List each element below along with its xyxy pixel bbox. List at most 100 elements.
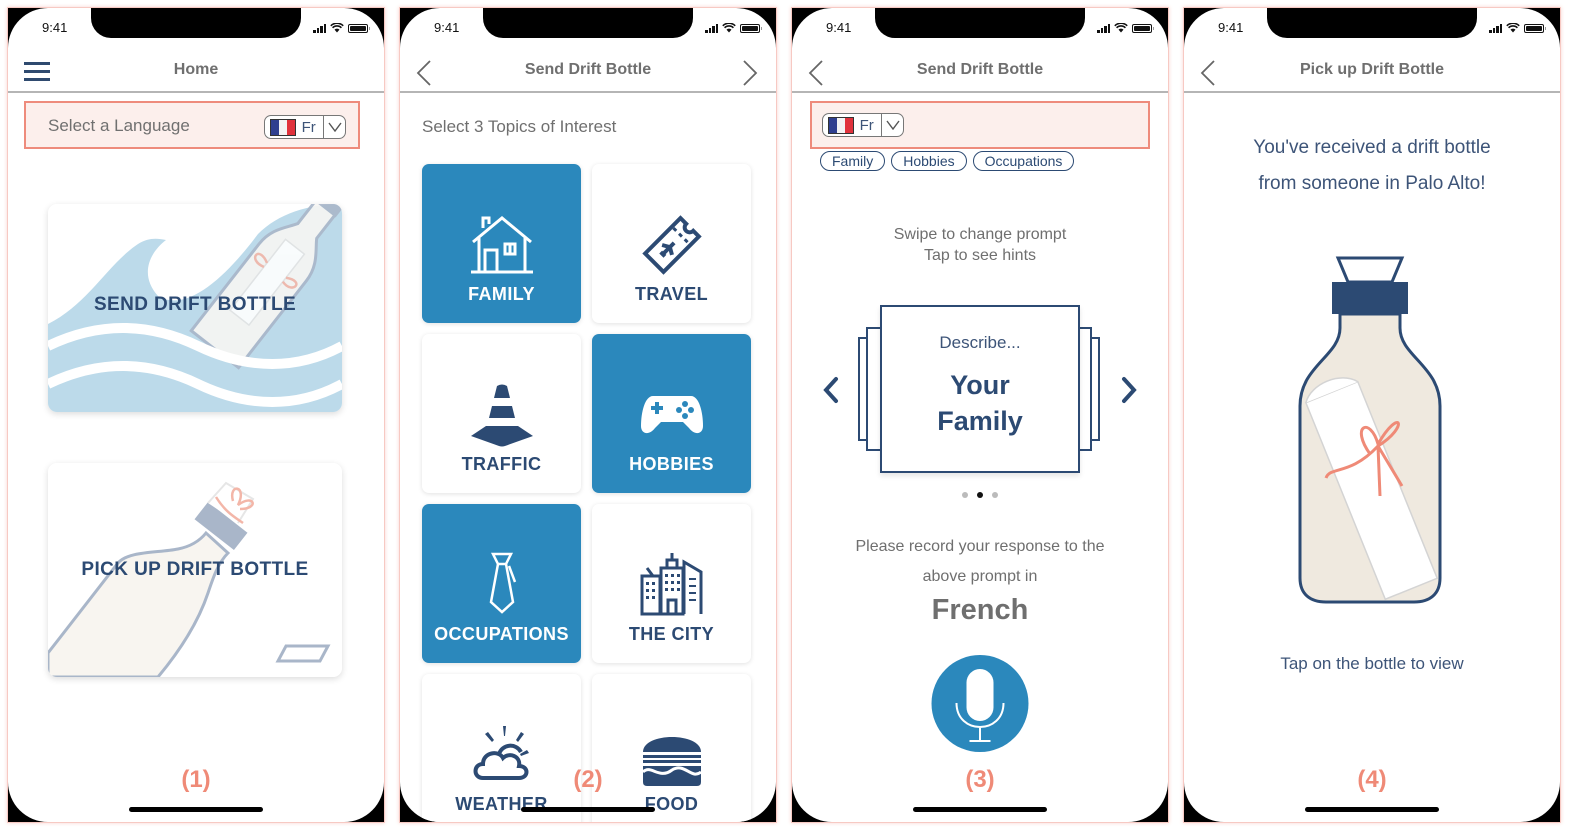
- chevron-down-icon: [323, 116, 345, 138]
- navbar: Send Drift Bottle: [792, 52, 1168, 93]
- chevron-right-icon[interactable]: [742, 60, 762, 86]
- topic-tile-travel[interactable]: TRAVEL: [592, 164, 751, 323]
- france-flag-icon: [270, 118, 296, 136]
- pagination-dot[interactable]: [962, 492, 968, 498]
- notch: [1267, 8, 1477, 38]
- notch: [91, 8, 301, 38]
- gamepad-icon: [640, 396, 703, 434]
- necktie-icon: [489, 552, 516, 614]
- screen: 9:41 Home Select a Language Fr SEND DRIF…: [8, 8, 384, 822]
- screen-number: (4): [1357, 766, 1387, 793]
- signal-icon: [705, 23, 718, 33]
- screen: 9:41 Send Drift Bottle Select 3 Topics o…: [400, 8, 776, 822]
- battery-icon: [1132, 23, 1154, 33]
- notch: [483, 8, 693, 38]
- page-title: Pick up Drift Bottle: [1299, 61, 1444, 78]
- status-icons: [705, 23, 762, 33]
- prompt-card[interactable]: Describe... Your Family: [880, 305, 1080, 473]
- pagination-dot[interactable]: [992, 492, 998, 498]
- topic-tile-family[interactable]: FAMILY: [422, 164, 581, 323]
- next-prompt-button[interactable]: [1118, 375, 1140, 405]
- notch: [875, 8, 1085, 38]
- record-line2: above prompt in: [922, 568, 1038, 585]
- topic-tile-hobbies[interactable]: HOBBIES: [592, 334, 751, 493]
- received-message: You've received a drift bottle from some…: [1184, 130, 1560, 202]
- page-title: Send Drift Bottle: [916, 61, 1044, 78]
- home-indicator[interactable]: [913, 807, 1047, 812]
- tap-instruction: Tap on the bottle to view: [1280, 654, 1464, 673]
- card-label: SEND DRIFT BOTTLE: [93, 294, 297, 315]
- prompt-card-stack: Describe... Your Family: [858, 305, 1100, 475]
- plane-ticket-icon: [641, 215, 702, 275]
- phone-screen-topics: 9:41 Send Drift Bottle Select 3 Topics o…: [400, 8, 776, 822]
- swipe-hint: Swipe to change prompt: [893, 226, 1067, 243]
- topic-tile-food[interactable]: FOOD: [592, 674, 751, 822]
- status-time: 9:41: [434, 20, 460, 35]
- topic-tile-traffic[interactable]: TRAFFIC: [422, 334, 581, 493]
- record-button[interactable]: [931, 655, 1029, 752]
- home-indicator[interactable]: [1305, 807, 1439, 812]
- screen-number: (3): [965, 766, 995, 793]
- language-dropdown[interactable]: Fr: [264, 115, 346, 139]
- record-line1: Please record your response to the: [855, 538, 1105, 555]
- language-code: Fr: [301, 118, 316, 136]
- topic-label: TRAFFIC: [461, 454, 542, 474]
- topic-tag[interactable]: Occupations: [972, 151, 1075, 171]
- prompt-topic-line1: Your: [950, 370, 1010, 400]
- language-dropdown[interactable]: Fr: [822, 113, 904, 137]
- topic-label: HOBBIES: [629, 454, 714, 474]
- traffic-cone-icon: [470, 384, 533, 447]
- battery-icon: [1524, 23, 1546, 33]
- chevron-down-icon: [881, 114, 903, 136]
- send-drift-bottle-card[interactable]: SEND DRIFT BOTTLE: [48, 204, 342, 412]
- prompt-topic: Your Family: [882, 367, 1078, 439]
- pagination-dots: [792, 492, 1168, 498]
- chevron-right-icon: [1122, 377, 1137, 403]
- pick-up-drift-bottle-card[interactable]: PICK UP DRIFT BOTTLE: [48, 463, 342, 677]
- house-icon: [470, 216, 533, 274]
- status-icons: [313, 23, 370, 33]
- prompt-topic-line2: Family: [937, 406, 1023, 436]
- message-bottle-icon: [1298, 256, 1442, 604]
- status-icons: [1097, 23, 1154, 33]
- topic-label: TRAVEL: [634, 284, 709, 304]
- topic-tile-weather[interactable]: WEATHER: [422, 674, 581, 822]
- france-flag-icon: [828, 116, 854, 134]
- home-indicator[interactable]: [129, 807, 263, 812]
- tap-hint: Tap to see hints: [923, 247, 1037, 264]
- microphone-icon: [955, 669, 1005, 742]
- topic-label: THE CITY: [628, 624, 715, 644]
- prompt-describe: Describe...: [939, 333, 1021, 352]
- status-time: 9:41: [1218, 20, 1244, 35]
- pagination-dot-active[interactable]: [977, 492, 983, 498]
- wifi-icon: [1506, 23, 1520, 33]
- language-code: Fr: [859, 116, 874, 134]
- wifi-icon: [1114, 23, 1128, 33]
- language-selector-row: Select a Language Fr: [24, 101, 360, 149]
- status-time: 9:41: [42, 20, 68, 35]
- phone-screen-pick-up: 9:41 Pick up Drift Bottle You've receive…: [1184, 8, 1560, 822]
- signal-icon: [1489, 23, 1502, 33]
- signal-icon: [313, 23, 326, 33]
- topic-tile-occupations[interactable]: OCCUPATIONS: [422, 504, 581, 663]
- topic-tag[interactable]: Family: [820, 151, 886, 171]
- phone-screen-home: 9:41 Home Select a Language Fr SEND DRIF…: [8, 8, 384, 822]
- topic-tile-the-city[interactable]: THE CITY: [592, 504, 751, 663]
- home-indicator[interactable]: [521, 807, 655, 812]
- battery-icon: [740, 23, 762, 33]
- battery-icon: [348, 23, 370, 33]
- status-time: 9:41: [826, 20, 852, 35]
- prev-prompt-button[interactable]: [820, 375, 842, 405]
- card-label: PICK UP DRIFT BOTTLE: [81, 559, 309, 580]
- received-line2: from someone in Palo Alto!: [1258, 173, 1486, 194]
- topic-tag[interactable]: Hobbies: [891, 151, 967, 171]
- wifi-icon: [722, 23, 736, 33]
- topic-label: OCCUPATIONS: [434, 624, 569, 644]
- screen-number: (2): [573, 766, 603, 793]
- record-language: French: [931, 594, 1029, 626]
- drift-bottle-button[interactable]: [1290, 256, 1450, 606]
- screen: 9:41 Pick up Drift Bottle You've receive…: [1184, 8, 1560, 822]
- selected-topic-tags: Family Hobbies Occupations: [820, 151, 1075, 171]
- chevron-left-icon: [823, 377, 838, 403]
- subheading: Select 3 Topics of Interest: [422, 117, 617, 136]
